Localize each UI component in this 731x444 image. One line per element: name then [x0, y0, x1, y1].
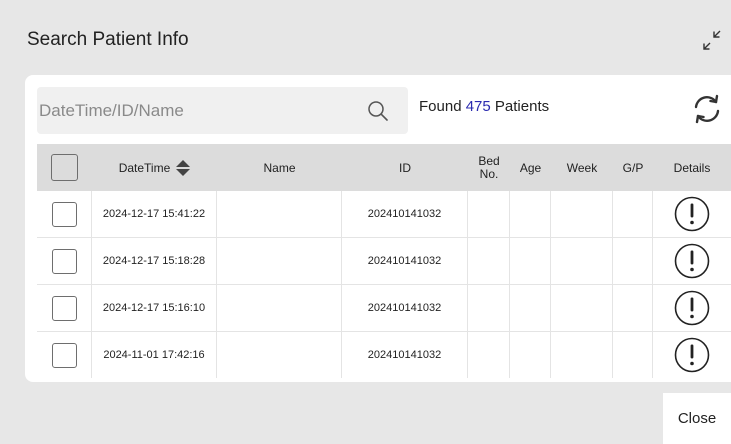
col-gp-label: G/P: [622, 160, 644, 175]
row-select-cell: [37, 238, 92, 284]
row-checkbox[interactable]: [51, 295, 77, 321]
cell-name: [217, 238, 342, 284]
cell-id: 202410141032: [342, 238, 468, 284]
col-id-label: ID: [399, 160, 411, 175]
cell-gp: [613, 191, 653, 237]
sort-icon[interactable]: [176, 159, 191, 177]
col-age: Age: [510, 144, 551, 191]
cell-datetime: 2024-12-17 15:18:28: [92, 238, 217, 284]
select-all-checkbox[interactable]: [51, 154, 78, 181]
cell-week: [551, 191, 613, 237]
cell-age: [510, 191, 551, 237]
table-header: DateTime Name ID Bed No. Age Week G/P De…: [37, 144, 731, 191]
cell-name: [217, 332, 342, 378]
table-row[interactable]: 2024-12-17 15:18:28 202410141032: [37, 238, 731, 285]
cell-id: 202410141032: [342, 285, 468, 331]
cell-week: [551, 332, 613, 378]
cell-datetime: 2024-11-01 17:42:16: [92, 332, 217, 378]
row-select-cell: [37, 332, 92, 378]
cell-details: [653, 238, 731, 284]
search-box: [37, 87, 408, 134]
found-suffix: Patients: [494, 98, 550, 115]
col-datetime-label: DateTime: [118, 160, 171, 175]
cell-details: [653, 285, 731, 331]
select-all-cell: [37, 144, 92, 191]
cell-datetime: 2024-12-17 15:16:10: [92, 285, 217, 331]
search-icon[interactable]: [366, 99, 390, 123]
col-bed-label-2: No.: [479, 166, 499, 181]
cell-id: 202410141032: [342, 191, 468, 237]
cell-bed: [468, 238, 510, 284]
row-checkbox[interactable]: [51, 248, 77, 274]
cell-bed: [468, 191, 510, 237]
details-info-icon[interactable]: [674, 243, 710, 279]
col-name-label: Name: [263, 160, 296, 175]
col-age-label: Age: [519, 160, 542, 175]
table-body: 2024-12-17 15:41:22 202410141032 2024-12…: [37, 191, 731, 378]
cell-gp: [613, 285, 653, 331]
row-checkbox[interactable]: [51, 201, 77, 227]
cell-age: [510, 332, 551, 378]
search-input[interactable]: [37, 87, 359, 134]
cell-id: 202410141032: [342, 332, 468, 378]
col-bed-label-1: Bed: [478, 153, 500, 168]
col-week: Week: [551, 144, 613, 191]
table-row[interactable]: 2024-12-17 15:16:10 202410141032: [37, 285, 731, 332]
col-week-label: Week: [566, 160, 598, 175]
table-row[interactable]: 2024-11-01 17:42:16 202410141032: [37, 332, 731, 378]
cell-datetime: 2024-12-17 15:41:22: [92, 191, 217, 237]
col-bed: Bed No.: [468, 144, 510, 191]
details-info-icon[interactable]: [674, 337, 710, 373]
col-id: ID: [342, 144, 468, 191]
col-gp: G/P: [613, 144, 653, 191]
table-row[interactable]: 2024-12-17 15:41:22 202410141032: [37, 191, 731, 238]
col-details: Details: [653, 144, 731, 191]
row-select-cell: [37, 191, 92, 237]
search-panel: Found 475 Patients DateTime Name ID Bed …: [25, 75, 731, 382]
cell-week: [551, 238, 613, 284]
col-name: Name: [217, 144, 342, 191]
col-datetime[interactable]: DateTime: [92, 144, 217, 191]
cell-bed: [468, 285, 510, 331]
cell-week: [551, 285, 613, 331]
cell-age: [510, 238, 551, 284]
cell-gp: [613, 332, 653, 378]
cell-name: [217, 285, 342, 331]
cell-age: [510, 285, 551, 331]
close-button[interactable]: Close: [663, 393, 731, 444]
cell-details: [653, 332, 731, 378]
row-select-cell: [37, 285, 92, 331]
row-checkbox[interactable]: [51, 342, 77, 368]
cell-bed: [468, 332, 510, 378]
dialog-title: Search Patient Info: [27, 29, 189, 50]
found-count: 475: [465, 98, 491, 115]
collapse-icon[interactable]: [696, 25, 726, 55]
results-count: Found 475 Patients: [419, 98, 549, 115]
details-info-icon[interactable]: [674, 196, 710, 232]
refresh-icon[interactable]: [691, 93, 723, 125]
cell-details: [653, 191, 731, 237]
details-info-icon[interactable]: [674, 290, 710, 326]
cell-gp: [613, 238, 653, 284]
col-details-label: Details: [673, 160, 711, 175]
cell-name: [217, 191, 342, 237]
found-prefix: Found: [419, 98, 462, 115]
